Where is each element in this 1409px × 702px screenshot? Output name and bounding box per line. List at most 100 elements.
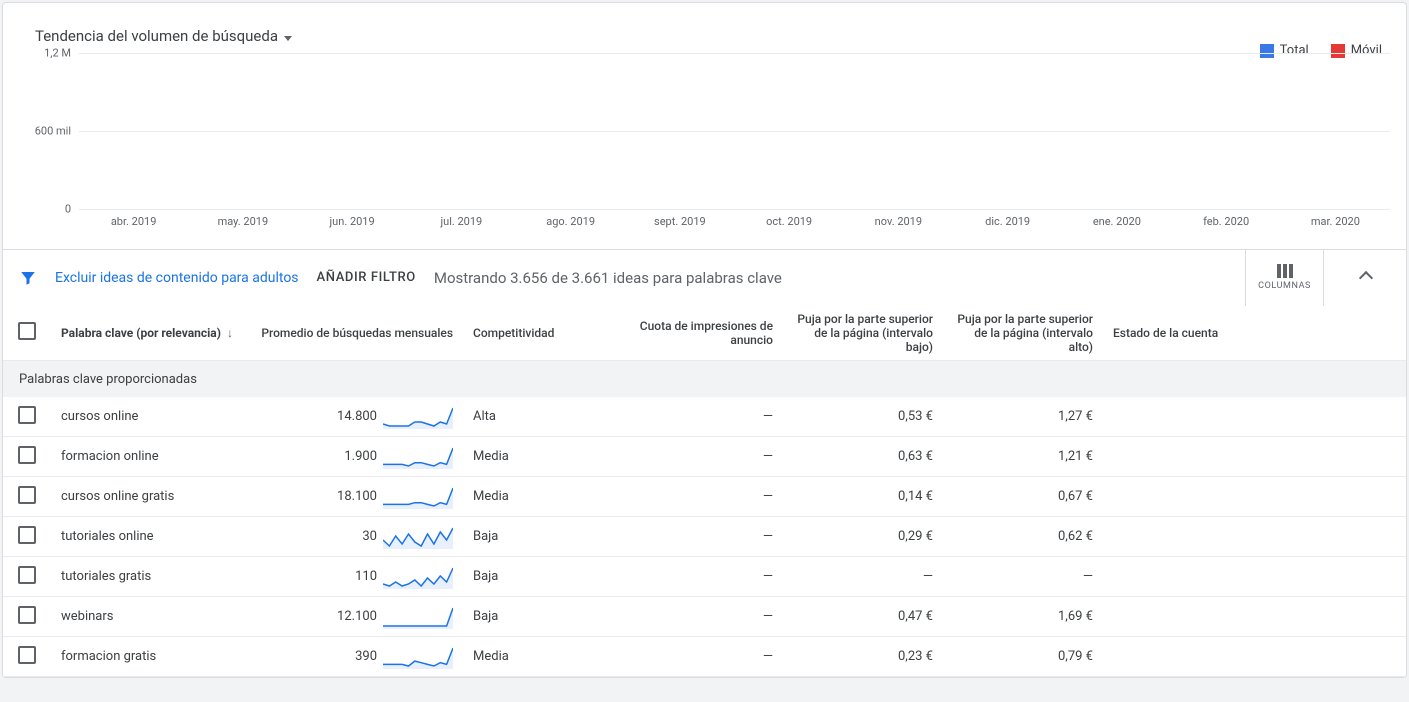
cell-keyword: cursos online gratis bbox=[51, 483, 243, 510]
col-high[interactable]: Puja por la parte superior de la página … bbox=[943, 306, 1103, 360]
cell-low: 0,14 € bbox=[783, 483, 943, 510]
cell-avg: 390 bbox=[243, 639, 463, 675]
cell-est bbox=[1103, 571, 1406, 583]
cell-high: 0,79 € bbox=[943, 643, 1103, 670]
exclude-adult-link[interactable]: Excluir ideas de contenido para adultos bbox=[55, 270, 299, 286]
table-section-header: Palabras clave proporcionadas bbox=[3, 361, 1406, 397]
cell-low: — bbox=[783, 563, 943, 590]
row-checkbox[interactable] bbox=[18, 406, 36, 424]
table-row[interactable]: formacion gratis390Media—0,23 €0,79 € bbox=[3, 637, 1406, 677]
cell-est bbox=[1103, 411, 1406, 423]
chart-panel: Tendencia del volumen de búsqueda Total … bbox=[3, 3, 1406, 249]
sparkline bbox=[383, 525, 453, 549]
x-tick-label: sept. 2019 bbox=[625, 209, 734, 233]
collapse-button[interactable] bbox=[1342, 269, 1390, 287]
cell-high: 1,69 € bbox=[943, 603, 1103, 630]
columns-button[interactable]: COLUMNAS bbox=[1245, 250, 1324, 306]
cell-low: 0,29 € bbox=[783, 523, 943, 550]
chart-y-axis: 0600 mil1,2 M bbox=[19, 53, 79, 209]
chart-metric-label: Tendencia del volumen de búsqueda bbox=[35, 27, 278, 45]
row-check-cell bbox=[3, 440, 51, 474]
table-row[interactable]: tutoriales online30Baja—0,29 €0,62 € bbox=[3, 517, 1406, 557]
cell-imp: — bbox=[623, 403, 783, 430]
cell-keyword: tutoriales online bbox=[51, 523, 243, 550]
cell-imp: — bbox=[623, 443, 783, 470]
cell-high: 1,27 € bbox=[943, 403, 1103, 430]
cell-high: 0,67 € bbox=[943, 483, 1103, 510]
row-check-cell bbox=[3, 400, 51, 434]
cell-low: 0,53 € bbox=[783, 403, 943, 430]
chevron-up-icon bbox=[1359, 270, 1373, 284]
row-check-cell bbox=[3, 560, 51, 594]
row-checkbox[interactable] bbox=[18, 486, 36, 504]
table-row[interactable]: cursos online gratis18.100Media—0,14 €0,… bbox=[3, 477, 1406, 517]
cell-imp: — bbox=[623, 603, 783, 630]
cell-imp: — bbox=[623, 523, 783, 550]
filter-icon[interactable] bbox=[19, 269, 37, 287]
row-checkbox[interactable] bbox=[18, 446, 36, 464]
sparkline bbox=[383, 445, 453, 469]
sparkline bbox=[383, 405, 453, 429]
table-row[interactable]: formacion online1.900Media—0,63 €1,21 € bbox=[3, 437, 1406, 477]
x-tick-label: oct. 2019 bbox=[735, 209, 844, 233]
chevron-down-icon bbox=[284, 27, 292, 45]
results-summary: Mostrando 3.656 de 3.661 ideas para pala… bbox=[434, 269, 782, 287]
table-row[interactable]: cursos online14.800Alta—0,53 €1,27 € bbox=[3, 397, 1406, 437]
cell-comp: Baja bbox=[463, 523, 623, 550]
cell-avg: 18.100 bbox=[243, 479, 463, 515]
cell-high: 1,21 € bbox=[943, 443, 1103, 470]
x-tick-label: jul. 2019 bbox=[407, 209, 516, 233]
col-imp[interactable]: Cuota de impresiones de anuncio bbox=[623, 313, 783, 353]
cell-imp: — bbox=[623, 643, 783, 670]
row-checkbox[interactable] bbox=[18, 606, 36, 624]
row-checkbox[interactable] bbox=[18, 526, 36, 544]
table-header-row: Palabra clave (por relevancia) ↓ Promedi… bbox=[3, 305, 1406, 361]
row-checkbox[interactable] bbox=[18, 646, 36, 664]
col-avg[interactable]: Promedio de búsquedas mensuales bbox=[243, 320, 463, 346]
cell-comp: Baja bbox=[463, 603, 623, 630]
table-row[interactable]: tutoriales gratis110Baja——— bbox=[3, 557, 1406, 597]
sparkline bbox=[383, 565, 453, 589]
table-row[interactable]: webinars12.100Baja—0,47 €1,69 € bbox=[3, 597, 1406, 637]
col-keyword[interactable]: Palabra clave (por relevancia) ↓ bbox=[51, 320, 243, 346]
sort-arrow-down-icon: ↓ bbox=[227, 326, 233, 340]
col-low[interactable]: Puja por la parte superior de la página … bbox=[783, 306, 943, 360]
col-keyword-label: Palabra clave (por relevancia) bbox=[61, 326, 221, 340]
select-all-checkbox[interactable] bbox=[18, 322, 36, 340]
cell-est bbox=[1103, 611, 1406, 623]
y-tick-label: 0 bbox=[65, 203, 71, 216]
cell-keyword: formacion online bbox=[51, 443, 243, 470]
sparkline bbox=[383, 485, 453, 509]
x-tick-label: dic. 2019 bbox=[953, 209, 1062, 233]
cell-keyword: tutoriales gratis bbox=[51, 563, 243, 590]
x-tick-label: ago. 2019 bbox=[516, 209, 625, 233]
keywords-table: Palabra clave (por relevancia) ↓ Promedi… bbox=[3, 305, 1406, 677]
cell-high: 0,62 € bbox=[943, 523, 1103, 550]
cell-low: 0,63 € bbox=[783, 443, 943, 470]
row-checkbox[interactable] bbox=[18, 566, 36, 584]
cell-comp: Alta bbox=[463, 403, 623, 430]
cell-avg: 1.900 bbox=[243, 439, 463, 475]
cell-est bbox=[1103, 491, 1406, 503]
cell-est bbox=[1103, 651, 1406, 663]
cell-avg: 12.100 bbox=[243, 599, 463, 635]
cell-avg: 110 bbox=[243, 559, 463, 595]
x-tick-label: feb. 2020 bbox=[1172, 209, 1281, 233]
add-filter-button[interactable]: AÑADIR FILTRO bbox=[317, 270, 416, 285]
chart-metric-dropdown[interactable]: Tendencia del volumen de búsqueda bbox=[35, 27, 292, 45]
cell-est bbox=[1103, 451, 1406, 463]
col-est[interactable]: Estado de la cuenta bbox=[1103, 320, 1406, 346]
cell-keyword: formacion gratis bbox=[51, 643, 243, 670]
cell-low: 0,23 € bbox=[783, 643, 943, 670]
cell-comp: Media bbox=[463, 483, 623, 510]
row-check-cell bbox=[3, 480, 51, 514]
y-tick-label: 600 mil bbox=[35, 125, 71, 138]
cell-avg: 30 bbox=[243, 519, 463, 555]
x-tick-label: may. 2019 bbox=[188, 209, 297, 233]
x-tick-label: jun. 2019 bbox=[298, 209, 407, 233]
col-comp[interactable]: Competitividad bbox=[463, 320, 623, 346]
cell-imp: — bbox=[623, 563, 783, 590]
chart-x-axis: abr. 2019may. 2019jun. 2019jul. 2019ago.… bbox=[79, 209, 1390, 233]
chart-plot bbox=[79, 53, 1390, 209]
x-tick-label: nov. 2019 bbox=[844, 209, 953, 233]
